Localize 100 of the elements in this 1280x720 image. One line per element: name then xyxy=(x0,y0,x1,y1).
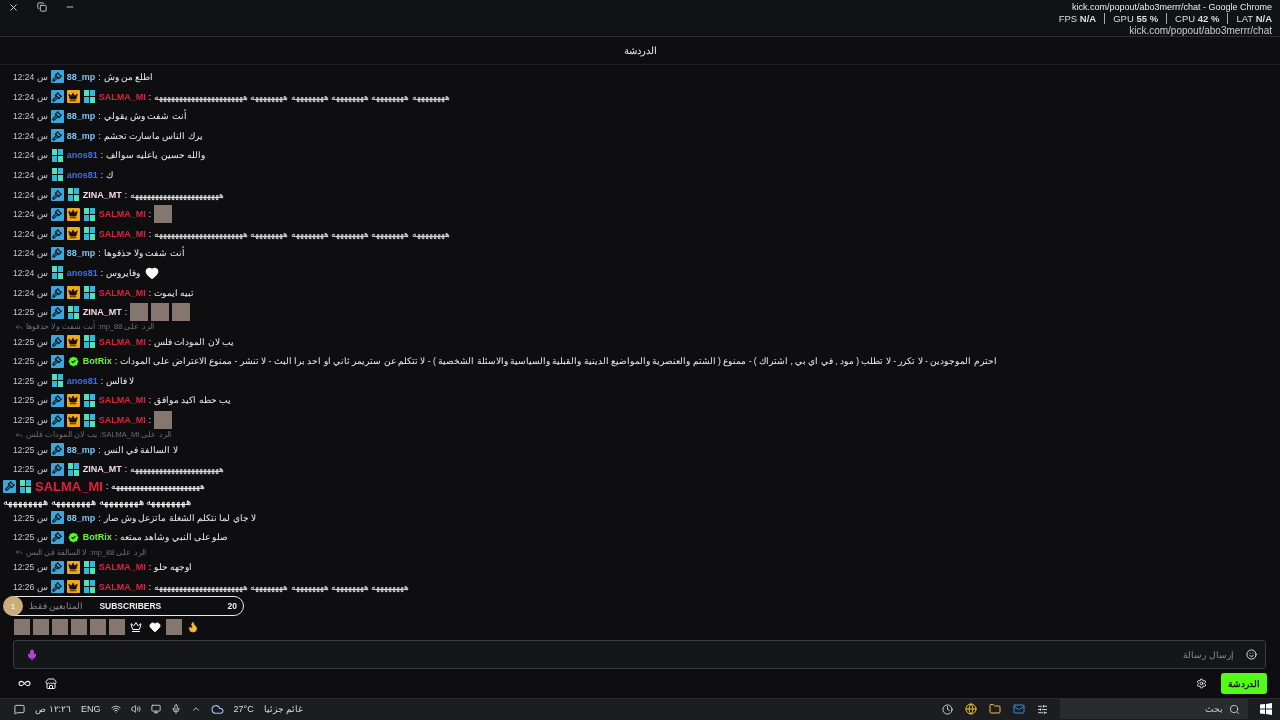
message-text: اطلع من وش xyxy=(103,71,154,82)
message-time: 12:24 س xyxy=(13,209,48,220)
username[interactable]: 88_mp xyxy=(66,444,96,455)
subscribers-label: SUBSCRIBERS xyxy=(99,601,163,612)
username[interactable]: SALMA_MI xyxy=(98,395,146,406)
mail-icon[interactable] xyxy=(1013,703,1025,716)
username[interactable]: SALMA_MI xyxy=(98,91,146,102)
page-url: kick.com/popout/abo3merrr/chat xyxy=(1129,25,1272,36)
notification-icon[interactable] xyxy=(14,703,25,715)
username[interactable]: SALMA_MI xyxy=(98,415,146,426)
message-time: 12:25 س xyxy=(13,562,48,573)
username[interactable]: anos81 xyxy=(66,150,98,161)
gavel-badge-icon xyxy=(50,580,64,594)
weather-icon[interactable] xyxy=(210,702,224,716)
message-text: يرك الناس ماسارت تحشم xyxy=(103,130,203,141)
store-icon[interactable] xyxy=(45,677,57,690)
message-time: 12:25 س xyxy=(13,415,48,426)
close-icon[interactable] xyxy=(8,2,19,13)
search-field[interactable]: بحث xyxy=(1060,699,1248,720)
message-text: ههههههههه ههههههههه ههههههههه ههههههههه ههههههههه ههههههههههههههههههههههه xyxy=(154,91,450,102)
username[interactable]: anos81 xyxy=(66,169,98,180)
folder-icon[interactable] xyxy=(989,703,1001,716)
username[interactable]: 88_mp xyxy=(66,512,96,523)
separator: : xyxy=(124,307,127,318)
clock-time[interactable]: ١٢:٢٦ ص xyxy=(35,704,72,715)
message-time: 12:25 س xyxy=(13,336,48,347)
emote-image xyxy=(130,303,148,322)
message-text: ههههههههه ههههههههه ههههههههه ههههههههه ههههههههه ههههههههههههههههههههههه xyxy=(154,228,450,239)
username[interactable]: SALMA_MI xyxy=(98,209,146,220)
gavel-badge-icon xyxy=(50,443,64,457)
performance-stat: FPS N/A xyxy=(1058,13,1097,24)
username[interactable]: SALMA_MI xyxy=(98,287,146,298)
message-time: 12:25 س xyxy=(13,512,48,523)
verified-badge-icon xyxy=(66,530,80,544)
restore-icon[interactable] xyxy=(37,2,47,12)
username[interactable]: SALMA_MI xyxy=(98,562,146,573)
username[interactable]: anos81 xyxy=(66,375,98,386)
settings-icon[interactable] xyxy=(1196,678,1207,690)
search-icon xyxy=(1229,703,1240,715)
emote-image xyxy=(90,619,106,636)
separator: : xyxy=(114,356,117,367)
chat-title: الدردشة xyxy=(623,45,657,57)
display-icon[interactable] xyxy=(150,704,161,715)
message-text: لا السالفة في النس xyxy=(103,444,178,455)
windows-logo-icon[interactable] xyxy=(1260,703,1272,716)
gavel-badge-icon xyxy=(50,560,64,574)
crown-badge-icon xyxy=(66,90,80,104)
browser-icon[interactable] xyxy=(965,703,977,716)
username[interactable]: 88_mp xyxy=(66,130,96,141)
volume-icon[interactable] xyxy=(130,704,141,715)
message-text: احترم الموجودين - لا تكرر - لا تطلب ( مود , في اي بي , اشتراك ) - ممنوع ( الشتم والعنصرية والمواضيع الدينية والقبلية والسياسية والاسئلة الشخصية ) - لا تتكلم عن ستريمر ثاني او احد برا البث - لا تنشر - ممنوع الاعتراض على المودات xyxy=(120,356,997,367)
emoji-icon[interactable] xyxy=(1246,649,1257,661)
separator: : xyxy=(148,415,151,426)
og-badge-icon xyxy=(82,560,96,574)
message-text: يب حطه اكيد موافق xyxy=(154,395,232,406)
chat-button[interactable]: الدردشة xyxy=(1221,673,1267,695)
overlay-text: ههههههههه ههههههههه ههههههههه ههههههههه xyxy=(3,496,192,508)
username[interactable]: 88_mp xyxy=(66,248,96,259)
clock-icon[interactable] xyxy=(942,703,953,715)
crown-badge-icon xyxy=(66,393,80,407)
og-badge-icon xyxy=(50,148,64,162)
separator: : xyxy=(148,209,151,220)
message-text: ك xyxy=(106,169,114,180)
username[interactable]: 88_mp xyxy=(66,111,96,122)
message-time: 12:24 س xyxy=(13,267,48,278)
username[interactable]: SALMA_MI xyxy=(98,581,146,592)
username[interactable]: anos81 xyxy=(66,267,98,278)
gavel-badge-icon xyxy=(50,511,64,525)
username[interactable]: ZINA_MT xyxy=(82,189,122,200)
task-view-icon[interactable] xyxy=(1037,703,1048,715)
separator: : xyxy=(124,189,127,200)
og-badge-icon xyxy=(66,305,80,319)
gavel-badge-icon xyxy=(50,90,64,104)
emote-image xyxy=(109,619,125,636)
username[interactable]: ZINA_MT xyxy=(82,464,122,475)
username[interactable]: BotRix xyxy=(82,356,112,367)
gavel-badge-icon xyxy=(50,413,64,427)
gavel-badge-icon xyxy=(50,207,64,221)
weather-text[interactable]: غائم جزئيا xyxy=(263,704,304,715)
gavel-badge-icon xyxy=(50,530,64,544)
gavel-badge-icon xyxy=(50,227,64,241)
username[interactable]: SALMA_MI xyxy=(98,228,146,239)
separator: : xyxy=(148,395,151,406)
performance-stat: CPU 42 % xyxy=(1175,13,1220,24)
message-text: صلو على النبي وشاهد ممتعه xyxy=(120,532,229,543)
separator: : xyxy=(98,71,101,82)
username[interactable]: ZINA_MT xyxy=(82,307,122,318)
crown-badge-icon xyxy=(66,413,80,427)
separator: : xyxy=(100,150,104,161)
language-indicator[interactable]: ENG xyxy=(81,704,101,715)
message-time: 12:24 س xyxy=(13,169,48,180)
performance-stat: LAT N/A xyxy=(1236,13,1272,24)
crown-badge-icon xyxy=(66,227,80,241)
username[interactable]: BotRix xyxy=(82,532,112,543)
username[interactable]: SALMA_MI xyxy=(98,336,146,347)
temperature[interactable]: 27°C xyxy=(233,704,254,715)
gavel-badge-icon xyxy=(50,393,64,407)
network-icon[interactable] xyxy=(110,704,121,715)
username[interactable]: 88_mp xyxy=(66,71,96,82)
window-title: kick.com/popout/abo3merrr/chat - Google Chrome xyxy=(1071,2,1272,12)
